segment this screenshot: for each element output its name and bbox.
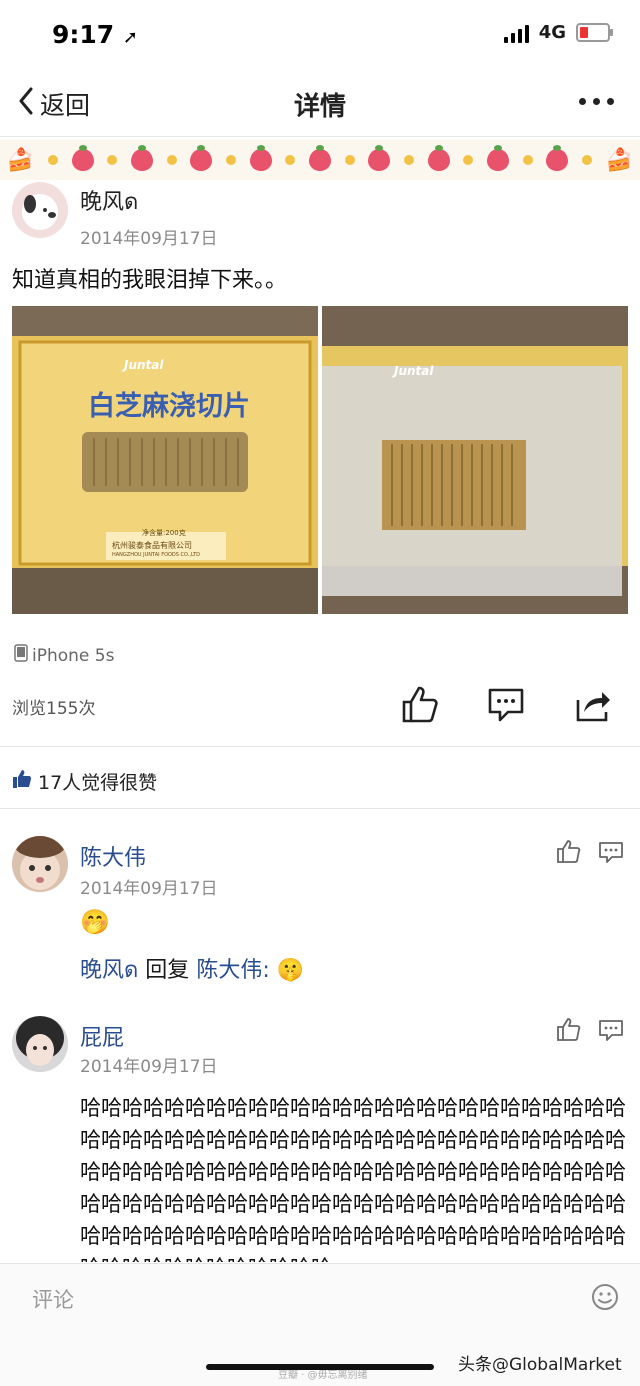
- comment-avatar-2[interactable]: [12, 1016, 68, 1072]
- home-indicator: [206, 1364, 434, 1370]
- photo-1-weight: 净含量:200克: [142, 529, 186, 537]
- status-indicators: 4G: [503, 22, 613, 43]
- phone-icon: [14, 644, 28, 667]
- photo-2-brand: Juntal: [394, 364, 434, 378]
- cake-icon: 🍰: [6, 147, 35, 173]
- thumbs-up-icon: [557, 840, 581, 863]
- post-date: 2014年09月17日: [80, 229, 218, 249]
- signal-icon: [503, 23, 529, 43]
- nav-divider: [0, 136, 640, 137]
- smiley-icon: [592, 1284, 618, 1310]
- comment-like-button-1[interactable]: [556, 838, 582, 868]
- cake-icon: 🍰: [605, 147, 634, 173]
- page-title: 详情: [293, 92, 346, 122]
- comment-reply-button-1[interactable]: [598, 840, 624, 868]
- comment-icon: [488, 688, 524, 722]
- reply-word: 回复: [145, 958, 190, 983]
- reply-target[interactable]: 陈大伟:: [196, 958, 269, 983]
- view-count: 浏览155次: [12, 699, 96, 719]
- like-summary[interactable]: 17人觉得很赞: [12, 768, 157, 795]
- photo-1-product-name: 白芝麻浇切片: [88, 391, 250, 422]
- likes-divider: [0, 808, 640, 809]
- share-icon: [576, 692, 610, 722]
- comment-button[interactable]: [486, 684, 526, 724]
- like-button[interactable]: [400, 684, 440, 724]
- comment-author-1[interactable]: 陈大伟: [80, 840, 146, 872]
- comment-reply-button-2[interactable]: [598, 1018, 624, 1046]
- source-watermark: 头条@GlobalMarket: [458, 1355, 622, 1375]
- comment-date-2: 2014年09月17日: [80, 1057, 218, 1077]
- comment-date-1: 2014年09月17日: [80, 879, 218, 899]
- photo-1-maker-en: HANGZHOU JUNTAI FOODS CO.,LTD: [112, 552, 200, 558]
- thumbs-up-icon: [557, 1018, 581, 1041]
- battery-icon: [576, 23, 613, 42]
- thumbs-up-icon: [402, 686, 438, 723]
- comment-like-button-2[interactable]: [556, 1016, 582, 1046]
- emoji-picker-button[interactable]: [590, 1282, 620, 1316]
- comment-author-2[interactable]: 屁屁: [80, 1020, 124, 1052]
- post-photo-1[interactable]: Juntal 白芝麻浇切片 净含量:200克 杭州骏泰食品有限公司 HANGZH…: [12, 306, 318, 614]
- photo-1-maker: 杭州骏泰食品有限公司: [112, 541, 192, 550]
- more-options-icon[interactable]: [579, 98, 614, 105]
- decorative-strawberry-strip: 🍰 🍰: [0, 140, 640, 180]
- comment-avatar-1[interactable]: [12, 836, 68, 892]
- reply-author[interactable]: 晚风ด: [80, 958, 138, 983]
- reply-emoji: 🤫: [276, 958, 305, 983]
- comment-icon: [599, 842, 623, 863]
- comment-input[interactable]: 评论: [32, 1284, 74, 1314]
- like-count: 17人觉得很赞: [38, 772, 158, 794]
- share-button[interactable]: [572, 684, 612, 724]
- photo-1-brand: Juntal: [124, 358, 164, 372]
- post-photo-2[interactable]: Juntal: [322, 306, 628, 614]
- network-type: 4G: [538, 22, 566, 43]
- comment-icon: [599, 1020, 623, 1041]
- device-label: iPhone 5s: [32, 645, 115, 666]
- comment-text-2: 哈哈哈哈哈哈哈哈哈哈哈哈哈哈哈哈哈哈哈哈哈哈哈哈哈哈哈哈哈哈哈哈哈哈哈哈哈哈哈哈…: [80, 1096, 626, 1262]
- post-device: iPhone 5s: [14, 644, 114, 667]
- comment-emoji-1: 🤭: [80, 908, 110, 936]
- location-arrow-icon: ➚: [122, 27, 138, 48]
- status-time: 9:17 ➚: [52, 20, 138, 49]
- thumbs-up-icon: [12, 769, 32, 794]
- post-author-name[interactable]: 晚风ด: [80, 184, 138, 219]
- comment-reply-1: 晚风ด 回复 陈大伟: 🤫: [80, 952, 304, 987]
- post-text: 知道真相的我眼泪掉下来。。: [12, 268, 288, 293]
- stats-divider: [0, 746, 640, 747]
- author-avatar[interactable]: [12, 182, 68, 238]
